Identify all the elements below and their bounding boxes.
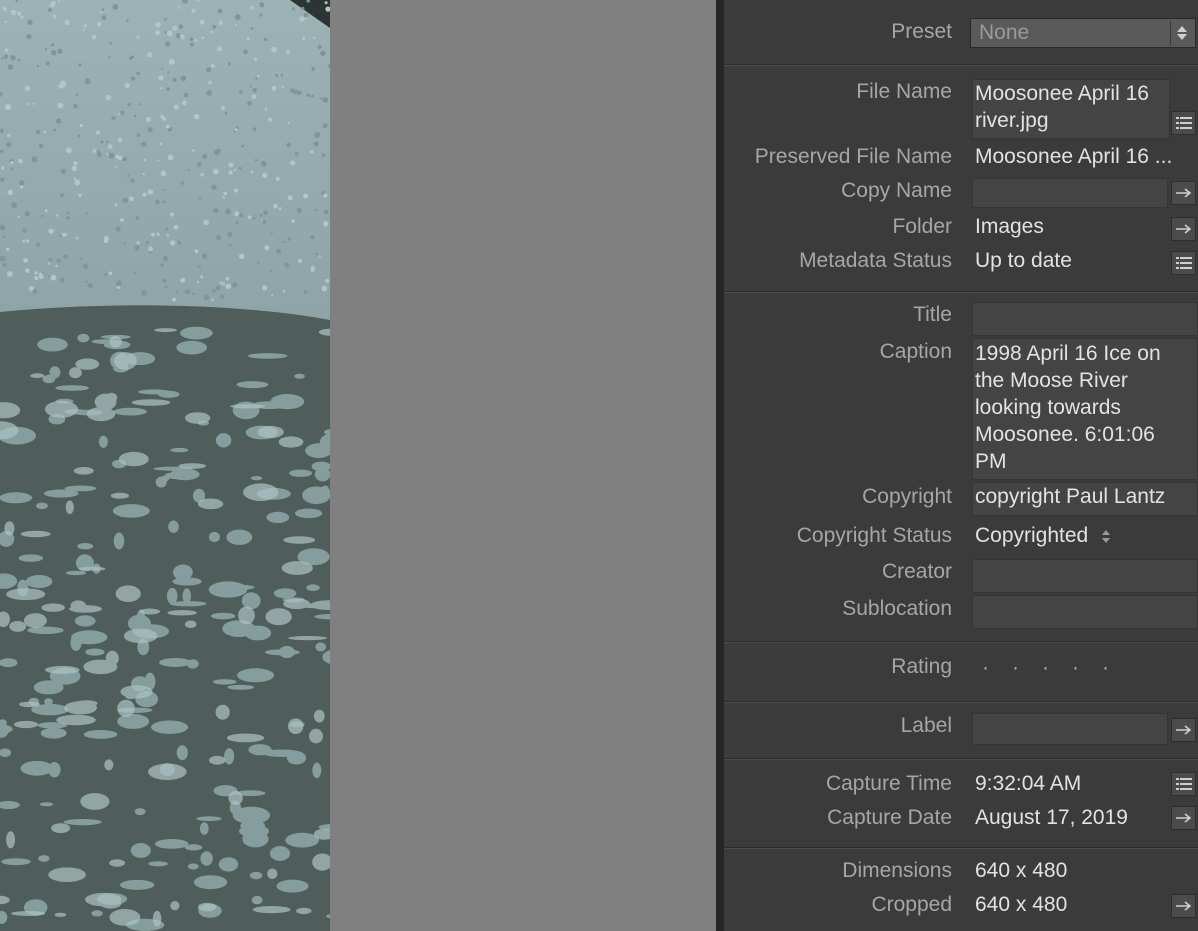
- dimensions-label: Dimensions: [842, 859, 952, 882]
- sublocation-field[interactable]: [972, 595, 1198, 629]
- folder-label: Folder: [892, 215, 952, 238]
- preset-label: Preset: [891, 20, 952, 43]
- list-icon[interactable]: [1171, 111, 1196, 135]
- title-field[interactable]: [972, 302, 1198, 336]
- cropped-label: Cropped: [871, 893, 952, 916]
- arrow-right-icon[interactable]: [1171, 217, 1196, 241]
- arrow-right-icon[interactable]: [1171, 894, 1196, 918]
- rating-dot[interactable]: ·: [1072, 656, 1102, 680]
- arrow-right-icon[interactable]: [1171, 806, 1196, 830]
- metadata-status-label: Metadata Status: [799, 249, 952, 272]
- title-label: Title: [913, 303, 952, 326]
- rating-dot[interactable]: ·: [1042, 656, 1072, 680]
- arrow-right-icon[interactable]: [1171, 181, 1196, 205]
- copyright-status-value: Copyrighted: [975, 524, 1089, 547]
- cropped-value: 640 x 480: [975, 893, 1068, 916]
- metadata-status-value: Up to date: [975, 249, 1072, 272]
- folder-value: Images: [975, 215, 1044, 238]
- separator: [724, 642, 1198, 643]
- file-name-value[interactable]: Moosonee April 16 river.jpg: [975, 80, 1155, 134]
- separator: [724, 759, 1198, 760]
- capture-time-label: Capture Time: [825, 772, 952, 795]
- caption-label: Caption: [879, 340, 952, 363]
- photo-preview: [0, 0, 330, 931]
- arrow-right-icon[interactable]: [1171, 718, 1196, 742]
- capture-time-value: 9:32:04 AM: [975, 772, 1082, 795]
- capture-date-label: Capture Date: [827, 806, 952, 829]
- dimensions-value: 640 x 480: [975, 859, 1068, 882]
- creator-field[interactable]: [972, 559, 1198, 593]
- stepper-icon[interactable]: [1170, 21, 1193, 45]
- rating-label: Rating: [891, 655, 952, 678]
- rating-dot[interactable]: ·: [982, 656, 1012, 680]
- creator-label: Creator: [881, 560, 952, 583]
- preserved-file-name-value: Moosonee April 16 ...: [975, 145, 1173, 168]
- label-field[interactable]: [972, 713, 1168, 745]
- list-icon[interactable]: [1171, 251, 1196, 275]
- copyright-value[interactable]: copyright Paul Lantz: [975, 485, 1165, 509]
- copyright-label: Copyright: [862, 485, 952, 508]
- sublocation-label: Sublocation: [842, 597, 952, 620]
- file-name-label: File Name: [856, 80, 952, 103]
- separator: [724, 65, 1198, 66]
- river-ice-image: [0, 0, 330, 931]
- caption-value[interactable]: 1998 April 16 Ice on the Moose River loo…: [975, 340, 1191, 475]
- copy-name-label: Copy Name: [841, 179, 952, 202]
- copyright-status-label: Copyright Status: [796, 524, 952, 547]
- stepper-icon[interactable]: [1100, 527, 1112, 545]
- rating-dot[interactable]: ·: [1012, 656, 1042, 680]
- capture-date-value: August 17, 2019: [975, 806, 1128, 829]
- separator: [724, 292, 1198, 293]
- panel-divider: [716, 0, 724, 931]
- preset-select[interactable]: None: [970, 18, 1196, 48]
- metadata-panel: Preset None File Name Moosonee April 16 …: [724, 0, 1198, 931]
- rating-dot[interactable]: ·: [1102, 656, 1132, 680]
- copy-name-field[interactable]: [972, 178, 1168, 208]
- rating-stars[interactable]: · · · · ·: [982, 656, 1132, 680]
- separator: [724, 702, 1198, 703]
- canvas-background: [330, 0, 716, 931]
- preserved-file-name-label: Preserved File Name: [754, 145, 952, 168]
- label-label: Label: [900, 714, 952, 737]
- list-icon[interactable]: [1171, 772, 1196, 796]
- copyright-status-select[interactable]: Copyrighted: [975, 524, 1112, 548]
- preset-value: None: [979, 21, 1030, 44]
- separator: [724, 848, 1198, 849]
